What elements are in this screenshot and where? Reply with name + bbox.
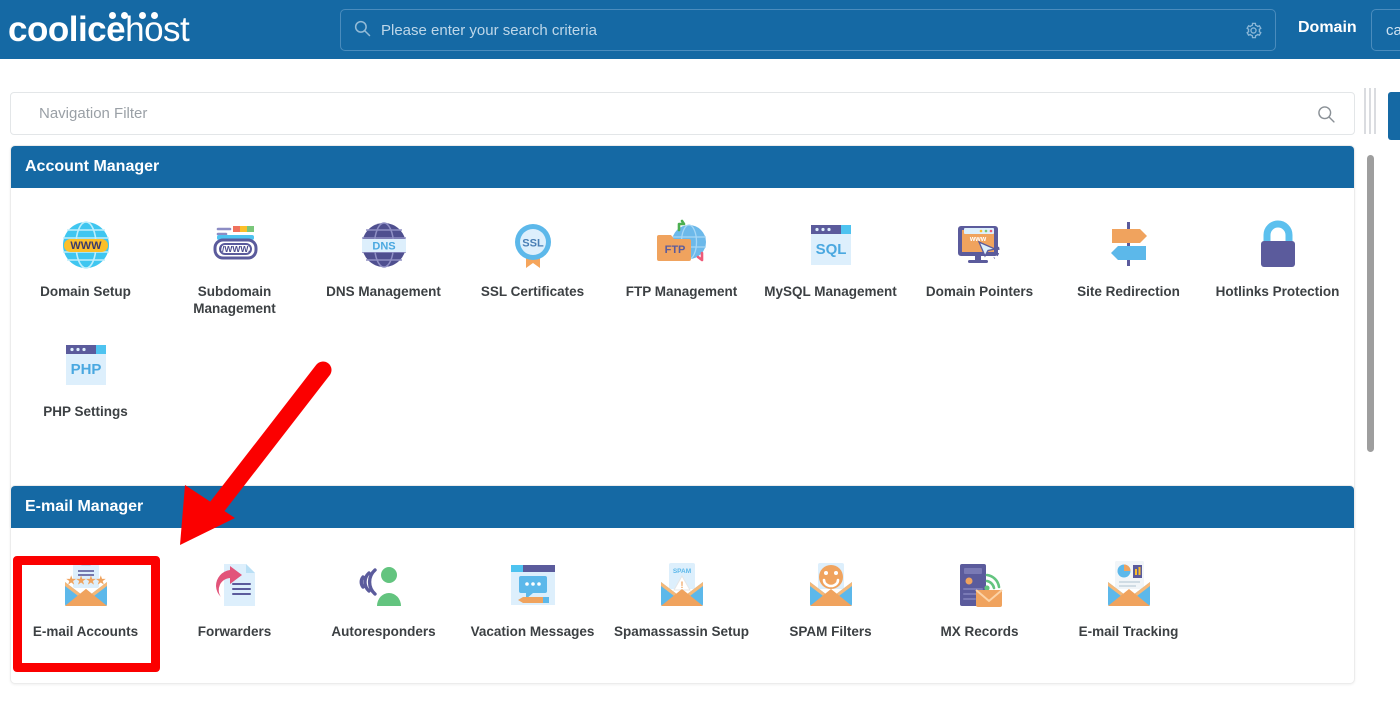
- tile-autoresponders[interactable]: Autoresponders: [309, 544, 458, 647]
- navigation-filter[interactable]: [10, 92, 1355, 135]
- tile-label: Subdomain Management: [193, 284, 276, 316]
- tile-php-settings[interactable]: PHP PHP Settings: [11, 324, 160, 427]
- tile-vacation-messages[interactable]: Vacation Messages: [458, 544, 607, 647]
- domain-select-value: ca: [1386, 21, 1400, 39]
- app-root: coolicehost Domain ca: [0, 0, 1400, 704]
- tile-label: Autoresponders: [331, 624, 436, 639]
- tile-subdomain-management[interactable]: //WWW. Subdomain Management: [160, 204, 309, 324]
- tile-dns-management[interactable]: DNS DNS Management: [309, 204, 458, 324]
- padlock-icon: [1247, 214, 1309, 276]
- tile-label: SSL Certificates: [480, 284, 585, 299]
- card-header-email-manager: E-mail Manager: [11, 486, 1354, 528]
- tile-label: MySQL Management: [764, 284, 897, 299]
- envelope-password-icon: ★★★★: [55, 554, 117, 616]
- tile-grid-account-manager: WWW Domain Setup //WWW. Subdomain Manage…: [11, 204, 1354, 427]
- domain-select[interactable]: ca: [1371, 9, 1400, 51]
- top-bar: coolicehost Domain ca: [0, 0, 1400, 59]
- card-account-manager: Account Manager WWW Domain Setup //WWW. …: [10, 145, 1355, 530]
- tile-label: Vacation Messages: [470, 624, 595, 639]
- svg-text:SQL: SQL: [815, 241, 846, 258]
- tile-label: DNS Management: [326, 284, 441, 299]
- tile-label: E-mail Tracking: [1078, 624, 1179, 639]
- search-icon[interactable]: [1316, 104, 1336, 124]
- svg-text:DNS: DNS: [372, 241, 395, 253]
- php-window-icon: PHP: [55, 334, 117, 396]
- envelope-smiley-icon: [800, 554, 862, 616]
- global-search[interactable]: [340, 9, 1276, 51]
- tile-label: Forwarders: [197, 624, 272, 639]
- tile-domain-pointers[interactable]: www Domain Pointers: [905, 204, 1054, 324]
- sql-window-icon: SQL: [800, 214, 862, 276]
- navigation-filter-input[interactable]: [39, 105, 1316, 122]
- tile-label: Domain Pointers: [925, 284, 1034, 299]
- svg-text:SSL: SSL: [522, 238, 544, 250]
- globe-www-icon: WWW: [55, 214, 117, 276]
- card-body-account-manager: WWW Domain Setup //WWW. Subdomain Manage…: [11, 188, 1354, 441]
- brand-logo[interactable]: coolicehost: [8, 0, 308, 59]
- server-wifi-envelope-icon: [949, 554, 1011, 616]
- tile-forwarders[interactable]: Forwarders: [160, 544, 309, 647]
- tile-spamassassin-setup[interactable]: SPAM ! Spamassassin Setup: [607, 544, 756, 647]
- tile-label: Spamassassin Setup: [613, 624, 750, 639]
- content-scrollbar-thumb[interactable]: [1367, 155, 1374, 452]
- gear-icon[interactable]: [1244, 21, 1263, 40]
- tile-label: FTP Management: [625, 284, 738, 299]
- tile-spam-filters[interactable]: SPAM Filters: [756, 544, 905, 647]
- svg-text:★★★★: ★★★★: [66, 575, 106, 587]
- tile-hotlinks-protection[interactable]: Hotlinks Protection: [1203, 204, 1352, 324]
- tile-label: MX Records: [940, 624, 1019, 639]
- card-email-manager: E-mail Manager ★★★★ E-mail Accounts Forw…: [10, 485, 1355, 684]
- svg-text:PHP: PHP: [70, 361, 101, 378]
- tile-site-redirection[interactable]: Site Redirection: [1054, 204, 1203, 324]
- person-broadcast-icon: [353, 554, 415, 616]
- logo-dot-3: [139, 12, 146, 19]
- svg-text:!: !: [680, 580, 683, 590]
- search-icon: [353, 19, 371, 42]
- section-title: Account Manager: [25, 158, 160, 175]
- logo-dot-4: [151, 12, 158, 19]
- right-side-panel-tab[interactable]: [1388, 92, 1400, 140]
- tile-label: SPAM Filters: [789, 624, 872, 639]
- card-body-email-manager: ★★★★ E-mail Accounts Forwarders Autoresp…: [11, 528, 1354, 661]
- svg-text://WWW.: //WWW.: [219, 244, 250, 254]
- tile-email-tracking[interactable]: E-mail Tracking: [1054, 544, 1203, 647]
- globe-dns-icon: DNS: [353, 214, 415, 276]
- tile-label: Domain Setup: [40, 284, 131, 299]
- window-chat-pencil-icon: [502, 554, 564, 616]
- logo-dot-2: [121, 12, 128, 19]
- tile-label: E-mail Accounts: [32, 624, 139, 639]
- tile-label: Hotlinks Protection: [1215, 284, 1340, 299]
- svg-text:www: www: [968, 236, 986, 243]
- logo-dot-1: [109, 12, 116, 19]
- tile-label: Site Redirection: [1077, 284, 1180, 299]
- outer-scrollbar-track[interactable]: [1364, 88, 1378, 138]
- tile-ftp-management[interactable]: FTP FTP Management: [607, 204, 756, 324]
- tile-label: PHP Settings: [43, 403, 128, 419]
- ssl-badge-icon: SSL: [502, 214, 564, 276]
- tile-domain-setup[interactable]: WWW Domain Setup: [11, 204, 160, 324]
- envelope-spam-warning-icon: SPAM !: [651, 554, 713, 616]
- main-content: Account Manager: [0, 59, 1400, 704]
- browser-url-icon: //WWW.: [204, 214, 266, 276]
- svg-text:FTP: FTP: [664, 244, 685, 256]
- tile-ssl-certificates[interactable]: SSL SSL Certificates: [458, 204, 607, 324]
- svg-text:SPAM: SPAM: [672, 568, 690, 575]
- tile-email-accounts[interactable]: ★★★★ E-mail Accounts: [11, 544, 160, 647]
- signpost-arrows-icon: [1098, 214, 1160, 276]
- monitor-www-cursor-icon: www: [949, 214, 1011, 276]
- brand-logo-text: coolicehost: [8, 10, 190, 49]
- tile-mysql-management[interactable]: SQL MySQL Management: [756, 204, 905, 324]
- envelope-chart-icon: [1098, 554, 1160, 616]
- document-forward-arrow-icon: [204, 554, 266, 616]
- tile-grid-email-manager: ★★★★ E-mail Accounts Forwarders Autoresp…: [11, 544, 1354, 647]
- svg-text:WWW: WWW: [70, 240, 102, 252]
- domain-label: Domain: [1298, 19, 1357, 36]
- ftp-folder-icon: FTP: [651, 214, 713, 276]
- tile-mx-records[interactable]: MX Records: [905, 544, 1054, 647]
- brand-logo-bold: coolice: [8, 10, 126, 49]
- card-header-account-manager: Account Manager: [11, 146, 1354, 188]
- section-title: E-mail Manager: [25, 498, 144, 515]
- search-input[interactable]: [381, 21, 1244, 39]
